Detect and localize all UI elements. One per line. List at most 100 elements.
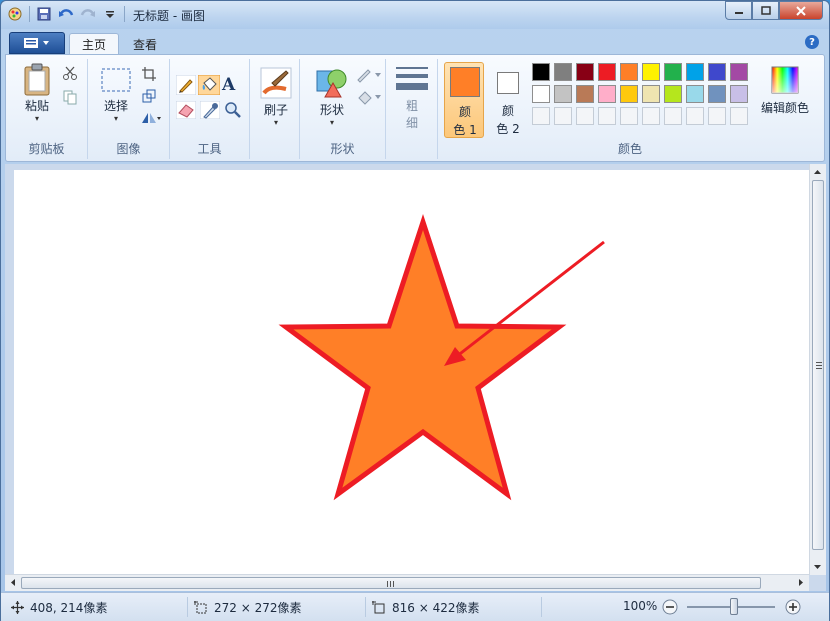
cursor-position: 408, 214像素 — [11, 599, 107, 616]
rotate-icon[interactable] — [140, 111, 162, 125]
brush-icon — [260, 67, 292, 99]
palette-custom-empty-swatch[interactable] — [554, 107, 572, 125]
palette-color-swatch[interactable] — [642, 85, 660, 103]
selection-size: 272 × 272像素 — [194, 599, 302, 616]
scroll-left-icon[interactable] — [6, 575, 20, 590]
palette-custom-empty-swatch[interactable] — [642, 107, 660, 125]
app-menu-icon — [24, 38, 49, 48]
palette-color-swatch[interactable] — [730, 63, 748, 81]
selection-size-icon — [194, 600, 207, 613]
scroll-right-icon[interactable] — [794, 575, 808, 590]
color1-swatch — [450, 67, 480, 97]
color2-button[interactable]: 颜 色 2 — [488, 62, 528, 138]
tab-view[interactable]: 查看 — [121, 33, 169, 55]
eraser-icon[interactable] — [176, 101, 196, 119]
minimize-button[interactable] — [725, 1, 752, 20]
palette-custom-empty-swatch[interactable] — [620, 107, 638, 125]
palette-color-swatch[interactable] — [554, 63, 572, 81]
palette-color-swatch[interactable] — [576, 85, 594, 103]
cut-icon[interactable] — [62, 65, 78, 81]
palette-color-swatch[interactable] — [598, 63, 616, 81]
size-label-line1: 粗 — [405, 99, 418, 113]
shapes-button[interactable]: 形状 ▾ — [310, 67, 354, 127]
color-picker-icon[interactable] — [200, 101, 220, 119]
save-icon[interactable] — [36, 6, 52, 22]
edit-colors-label: 编辑颜色 — [760, 101, 809, 115]
palette-color-swatch[interactable] — [686, 85, 704, 103]
tab-home[interactable]: 主页 — [69, 33, 120, 55]
grip-icon — [387, 581, 394, 587]
palette-color-swatch[interactable] — [730, 85, 748, 103]
magnifier-icon[interactable] — [224, 101, 242, 119]
paste-button[interactable]: 粘贴 ▾ — [14, 63, 60, 135]
palette-custom-empty-swatch[interactable] — [708, 107, 726, 125]
palette-custom-empty-swatch[interactable] — [730, 107, 748, 125]
palette-custom-empty-swatch[interactable] — [598, 107, 616, 125]
resize-icon[interactable] — [142, 89, 156, 103]
zoom-slider-thumb[interactable] — [730, 598, 738, 615]
size-button[interactable]: 粗 细 — [392, 65, 432, 131]
brushes-button[interactable]: 刷子 ▾ — [256, 67, 296, 127]
horizontal-scrollbar[interactable] — [5, 574, 809, 591]
color-wheel-icon — [771, 66, 799, 94]
paint-app-icon[interactable] — [7, 6, 23, 22]
help-icon[interactable]: ? — [805, 35, 819, 49]
fill-icon[interactable] — [356, 89, 382, 105]
color2-label-line1: 颜 — [501, 104, 514, 118]
drawing-canvas[interactable] — [14, 170, 809, 574]
scroll-down-icon[interactable] — [810, 560, 825, 574]
colors-group-label: 颜色 — [617, 142, 642, 156]
separator — [29, 6, 30, 22]
chevron-down-icon: ▾ — [34, 114, 39, 123]
palette-color-swatch[interactable] — [620, 63, 638, 81]
palette-custom-empty-swatch[interactable] — [686, 107, 704, 125]
maximize-button[interactable] — [752, 1, 779, 20]
select-button[interactable]: 选择 ▾ — [94, 67, 138, 123]
fill-bucket-icon[interactable] — [198, 75, 220, 95]
palette-color-swatch[interactable] — [576, 63, 594, 81]
palette-color-swatch[interactable] — [664, 63, 682, 81]
palette-color-swatch[interactable] — [642, 63, 660, 81]
pencil-icon[interactable] — [176, 75, 196, 95]
close-button[interactable] — [779, 1, 823, 20]
redo-icon[interactable] — [80, 6, 96, 22]
canvas-drawing — [278, 213, 605, 501]
palette-color-swatch[interactable] — [554, 85, 572, 103]
palette-custom-empty-swatch[interactable] — [664, 107, 682, 125]
palette-color-swatch[interactable] — [598, 85, 616, 103]
vertical-scroll-thumb[interactable] — [812, 180, 824, 550]
tab-view-label: 查看 — [133, 37, 158, 52]
zoom-in-button[interactable] — [785, 599, 801, 615]
palette-color-swatch[interactable] — [664, 85, 682, 103]
color2-swatch — [497, 72, 519, 94]
select-label: 选择 — [103, 99, 128, 113]
edit-colors-button[interactable]: 编辑颜色 — [750, 65, 820, 116]
paste-label: 粘贴 — [24, 99, 49, 113]
color1-button[interactable]: 颜 色 1 — [444, 62, 484, 138]
palette-color-swatch[interactable] — [532, 85, 550, 103]
scroll-up-icon[interactable] — [810, 165, 825, 179]
palette-custom-empty-swatch[interactable] — [532, 107, 550, 125]
palette-color-swatch[interactable] — [532, 63, 550, 81]
group-shapes: 形状 ▾ 形状 — [300, 59, 386, 159]
customize-qat-dropdown-icon[interactable] — [102, 6, 118, 22]
vertical-scrollbar[interactable] — [809, 164, 826, 575]
shapes-label: 形状 — [319, 103, 344, 117]
copy-icon[interactable] — [62, 89, 78, 105]
outline-icon[interactable] — [356, 67, 382, 83]
group-tools: A 工具 — [170, 59, 250, 159]
text-tool-icon[interactable]: A — [222, 75, 235, 95]
palette-custom-empty-swatch[interactable] — [576, 107, 594, 125]
palette-color-swatch[interactable] — [708, 63, 726, 81]
palette-color-swatch[interactable] — [708, 85, 726, 103]
zoom-out-button[interactable] — [662, 599, 678, 615]
palette-color-swatch[interactable] — [620, 85, 638, 103]
application-menu-button[interactable] — [9, 32, 65, 54]
tab-home-label: 主页 — [82, 38, 107, 52]
crop-icon[interactable] — [142, 67, 156, 81]
group-colors: 颜 色 1 颜 色 2 编辑颜色 颜色 — [438, 59, 822, 159]
undo-icon[interactable] — [58, 6, 74, 22]
horizontal-scroll-thumb[interactable] — [21, 577, 761, 589]
palette-color-swatch[interactable] — [686, 63, 704, 81]
canvas-size-icon — [372, 600, 385, 613]
